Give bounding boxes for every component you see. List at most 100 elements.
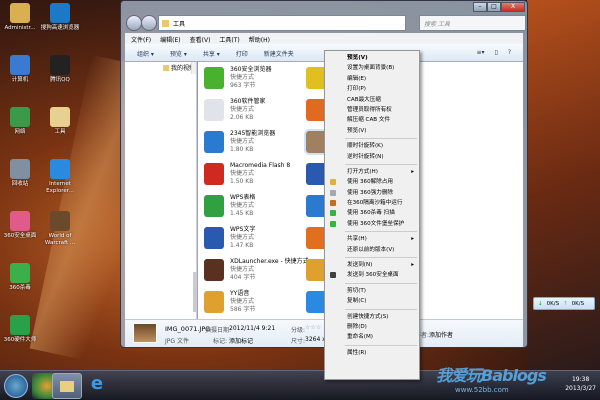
start-button[interactable]	[4, 374, 28, 398]
file-info: 2345智能浏览器 快捷方式 1.80 KB	[230, 130, 275, 154]
toolbar-button[interactable]: 预览 ▾	[170, 49, 187, 58]
download-speed: 0K/S	[546, 301, 560, 307]
context-menu-item[interactable]: 使用 360杀毒 扫描	[325, 208, 419, 218]
desktop-icon[interactable]: Internet Explorer...	[40, 159, 80, 195]
context-menu-item[interactable]: 发送到 360安全桌面	[325, 270, 419, 280]
scroll-thumb[interactable]	[193, 272, 196, 312]
desktop-icon[interactable]: 回收站	[0, 159, 40, 188]
desktop-icon[interactable]: 360硬件大师	[0, 315, 40, 344]
menu-item[interactable]: 帮助(H)	[249, 35, 270, 44]
taskbar-explorer-icon[interactable]	[52, 373, 82, 399]
file-name: XDLauncher.exe - 快捷方式	[230, 258, 309, 265]
context-menu-item[interactable]: 删除(D)	[325, 322, 419, 332]
desktop-icon-image	[10, 263, 30, 283]
forward-button[interactable]	[141, 15, 157, 31]
context-menu-item[interactable]: 共享(H) ▸	[325, 234, 419, 244]
context-menu-item[interactable]: 打开方式(H) ▸	[325, 167, 419, 177]
window-controls: – □ X	[473, 2, 525, 12]
file-item[interactable]: 360安全浏览器 快捷方式 963 字节	[204, 64, 314, 97]
desktop-icon-image	[50, 211, 70, 231]
nav-item[interactable]: 我的视频	[139, 62, 195, 74]
context-menu-item[interactable]: 编辑(E)	[325, 74, 419, 84]
context-menu-item[interactable]: 创建快捷方式(S)	[325, 312, 419, 322]
file-item[interactable]: YY语音 快捷方式 586 字节	[204, 288, 314, 321]
context-menu-item[interactable]: 还原以前的版本(V)	[325, 245, 419, 255]
menu-item-label: 删除(D)	[347, 323, 367, 330]
context-menu-item[interactable]: 重命名(M)	[325, 332, 419, 342]
taskbar-ie-icon[interactable]: e	[82, 373, 112, 399]
file-item[interactable]: WPS文字 快捷方式 1.47 KB	[204, 224, 314, 257]
menu-item[interactable]: 查看(V)	[190, 35, 211, 44]
toolbar-button[interactable]: 组织 ▾	[137, 49, 154, 58]
desktop-icon[interactable]: 360安全桌面	[0, 211, 40, 240]
desktop-icon[interactable]: Administr...	[0, 3, 40, 32]
file-size: 1.50 KB	[230, 178, 254, 185]
author-value[interactable]: 添加作者	[429, 330, 453, 339]
file-item[interactable]: Macromedia Flash 8 快捷方式 1.50 KB	[204, 160, 314, 193]
toolbar-button[interactable]: 打印	[236, 49, 248, 58]
context-menu-item[interactable]: CAB最大压缩	[325, 95, 419, 105]
desktop-icon[interactable]: 360杀毒	[0, 263, 40, 292]
toolbar-button[interactable]: 新建文件夹	[264, 49, 294, 58]
file-item[interactable]: XDLauncher.exe - 快捷方式 快捷方式 404 字节	[204, 256, 314, 289]
preview-pane-icon[interactable]: ▯	[495, 49, 498, 56]
rating-stars[interactable]: ☆☆☆	[305, 324, 321, 331]
help-icon[interactable]: ?	[508, 49, 511, 56]
context-menu-item[interactable]: 属性(R)	[325, 348, 419, 358]
menu-item-label: 还原以前的版本(V)	[347, 246, 395, 253]
menu-item-icon	[330, 189, 336, 196]
minimize-button[interactable]: –	[473, 2, 487, 12]
search-input[interactable]: 搜索 工具	[419, 15, 526, 31]
context-menu-item[interactable]: 使用 360解除占用	[325, 177, 419, 187]
menu-item[interactable]: 编辑(E)	[160, 35, 180, 44]
menu-item[interactable]: 文件(F)	[131, 35, 151, 44]
view-options-icon[interactable]: ≡▾	[476, 49, 484, 56]
tag-value[interactable]: 添加标记	[229, 336, 253, 345]
desktop-icon[interactable]: World of Warcraft ...	[40, 211, 80, 247]
desktop-icon[interactable]: 腾讯QQ	[40, 55, 80, 84]
context-menu-item[interactable]: 预览(V)	[325, 126, 419, 136]
address-bar[interactable]: 工具	[158, 15, 406, 31]
menu-item-icon	[330, 210, 336, 217]
context-menu-item[interactable]: 解压缩 CAB 文件	[325, 115, 419, 125]
desktop-icon[interactable]: 搜狗高速浏览器	[40, 3, 80, 32]
context-menu-item[interactable]: 打印(P)	[325, 84, 419, 94]
file-name: 360安全浏览器	[230, 66, 272, 73]
maximize-button[interactable]: □	[487, 2, 501, 12]
desktop-icon-label: Administr...	[4, 25, 36, 31]
context-menu-item[interactable]: 复制(C)	[325, 296, 419, 306]
desktop-icon[interactable]: 网络	[0, 107, 40, 136]
menu-item[interactable]: 工具(T)	[219, 35, 239, 44]
context-menu-item[interactable]: 使用 360文件堡垒保护	[325, 219, 419, 229]
context-menu-item[interactable]: 发送到(N) ▸	[325, 260, 419, 270]
back-button[interactable]	[126, 15, 142, 31]
watermark: 我爱玩Bablogs	[436, 366, 547, 385]
close-button[interactable]: X	[501, 2, 525, 12]
file-item[interactable]: 360软件管家 快捷方式 2.06 KB	[204, 96, 314, 129]
context-menu-item[interactable]: 顺时针旋转(K)	[325, 141, 419, 151]
context-menu-item[interactable]: 使用 360强力删除	[325, 188, 419, 198]
desktop-icon[interactable]: 计算机	[0, 55, 40, 84]
file-item[interactable]: WPS表格 快捷方式 1.45 KB	[204, 192, 314, 225]
context-menu-item[interactable]: 逆时针旋转(N)	[325, 152, 419, 162]
desktop-icon[interactable]: 工具	[40, 107, 80, 136]
context-menu-item[interactable]: 剪切(T)	[325, 286, 419, 296]
menu-separator	[345, 308, 417, 310]
size-label: 尺寸:	[291, 338, 306, 345]
file-type: 快捷方式	[230, 298, 255, 305]
desktop-icon-image	[50, 107, 70, 127]
context-menu-item[interactable]: 管理员取得所有权	[325, 105, 419, 115]
toolbar-button[interactable]: 共享 ▾	[203, 49, 220, 58]
context-menu-item[interactable]: 设置为桌面背景(B)	[325, 63, 419, 73]
file-item[interactable]: 2345智能浏览器 快捷方式 1.80 KB	[204, 128, 314, 161]
context-menu-item[interactable]: 在360隔离沙箱中运行	[325, 198, 419, 208]
menu-item-icon	[330, 272, 336, 279]
system-clock[interactable]: 19:38 2013/3/27	[565, 375, 596, 393]
submenu-arrow-icon: ▸	[411, 262, 414, 269]
nav-scrollbar[interactable]	[191, 62, 196, 312]
desktop-icon-label: 360硬件大师	[3, 337, 37, 343]
context-menu-item[interactable]: 预览(V)	[325, 53, 419, 63]
menu-separator	[345, 282, 417, 284]
desktop-icon-label: Internet Explorer...	[46, 181, 74, 194]
file-type: 快捷方式	[230, 74, 255, 81]
